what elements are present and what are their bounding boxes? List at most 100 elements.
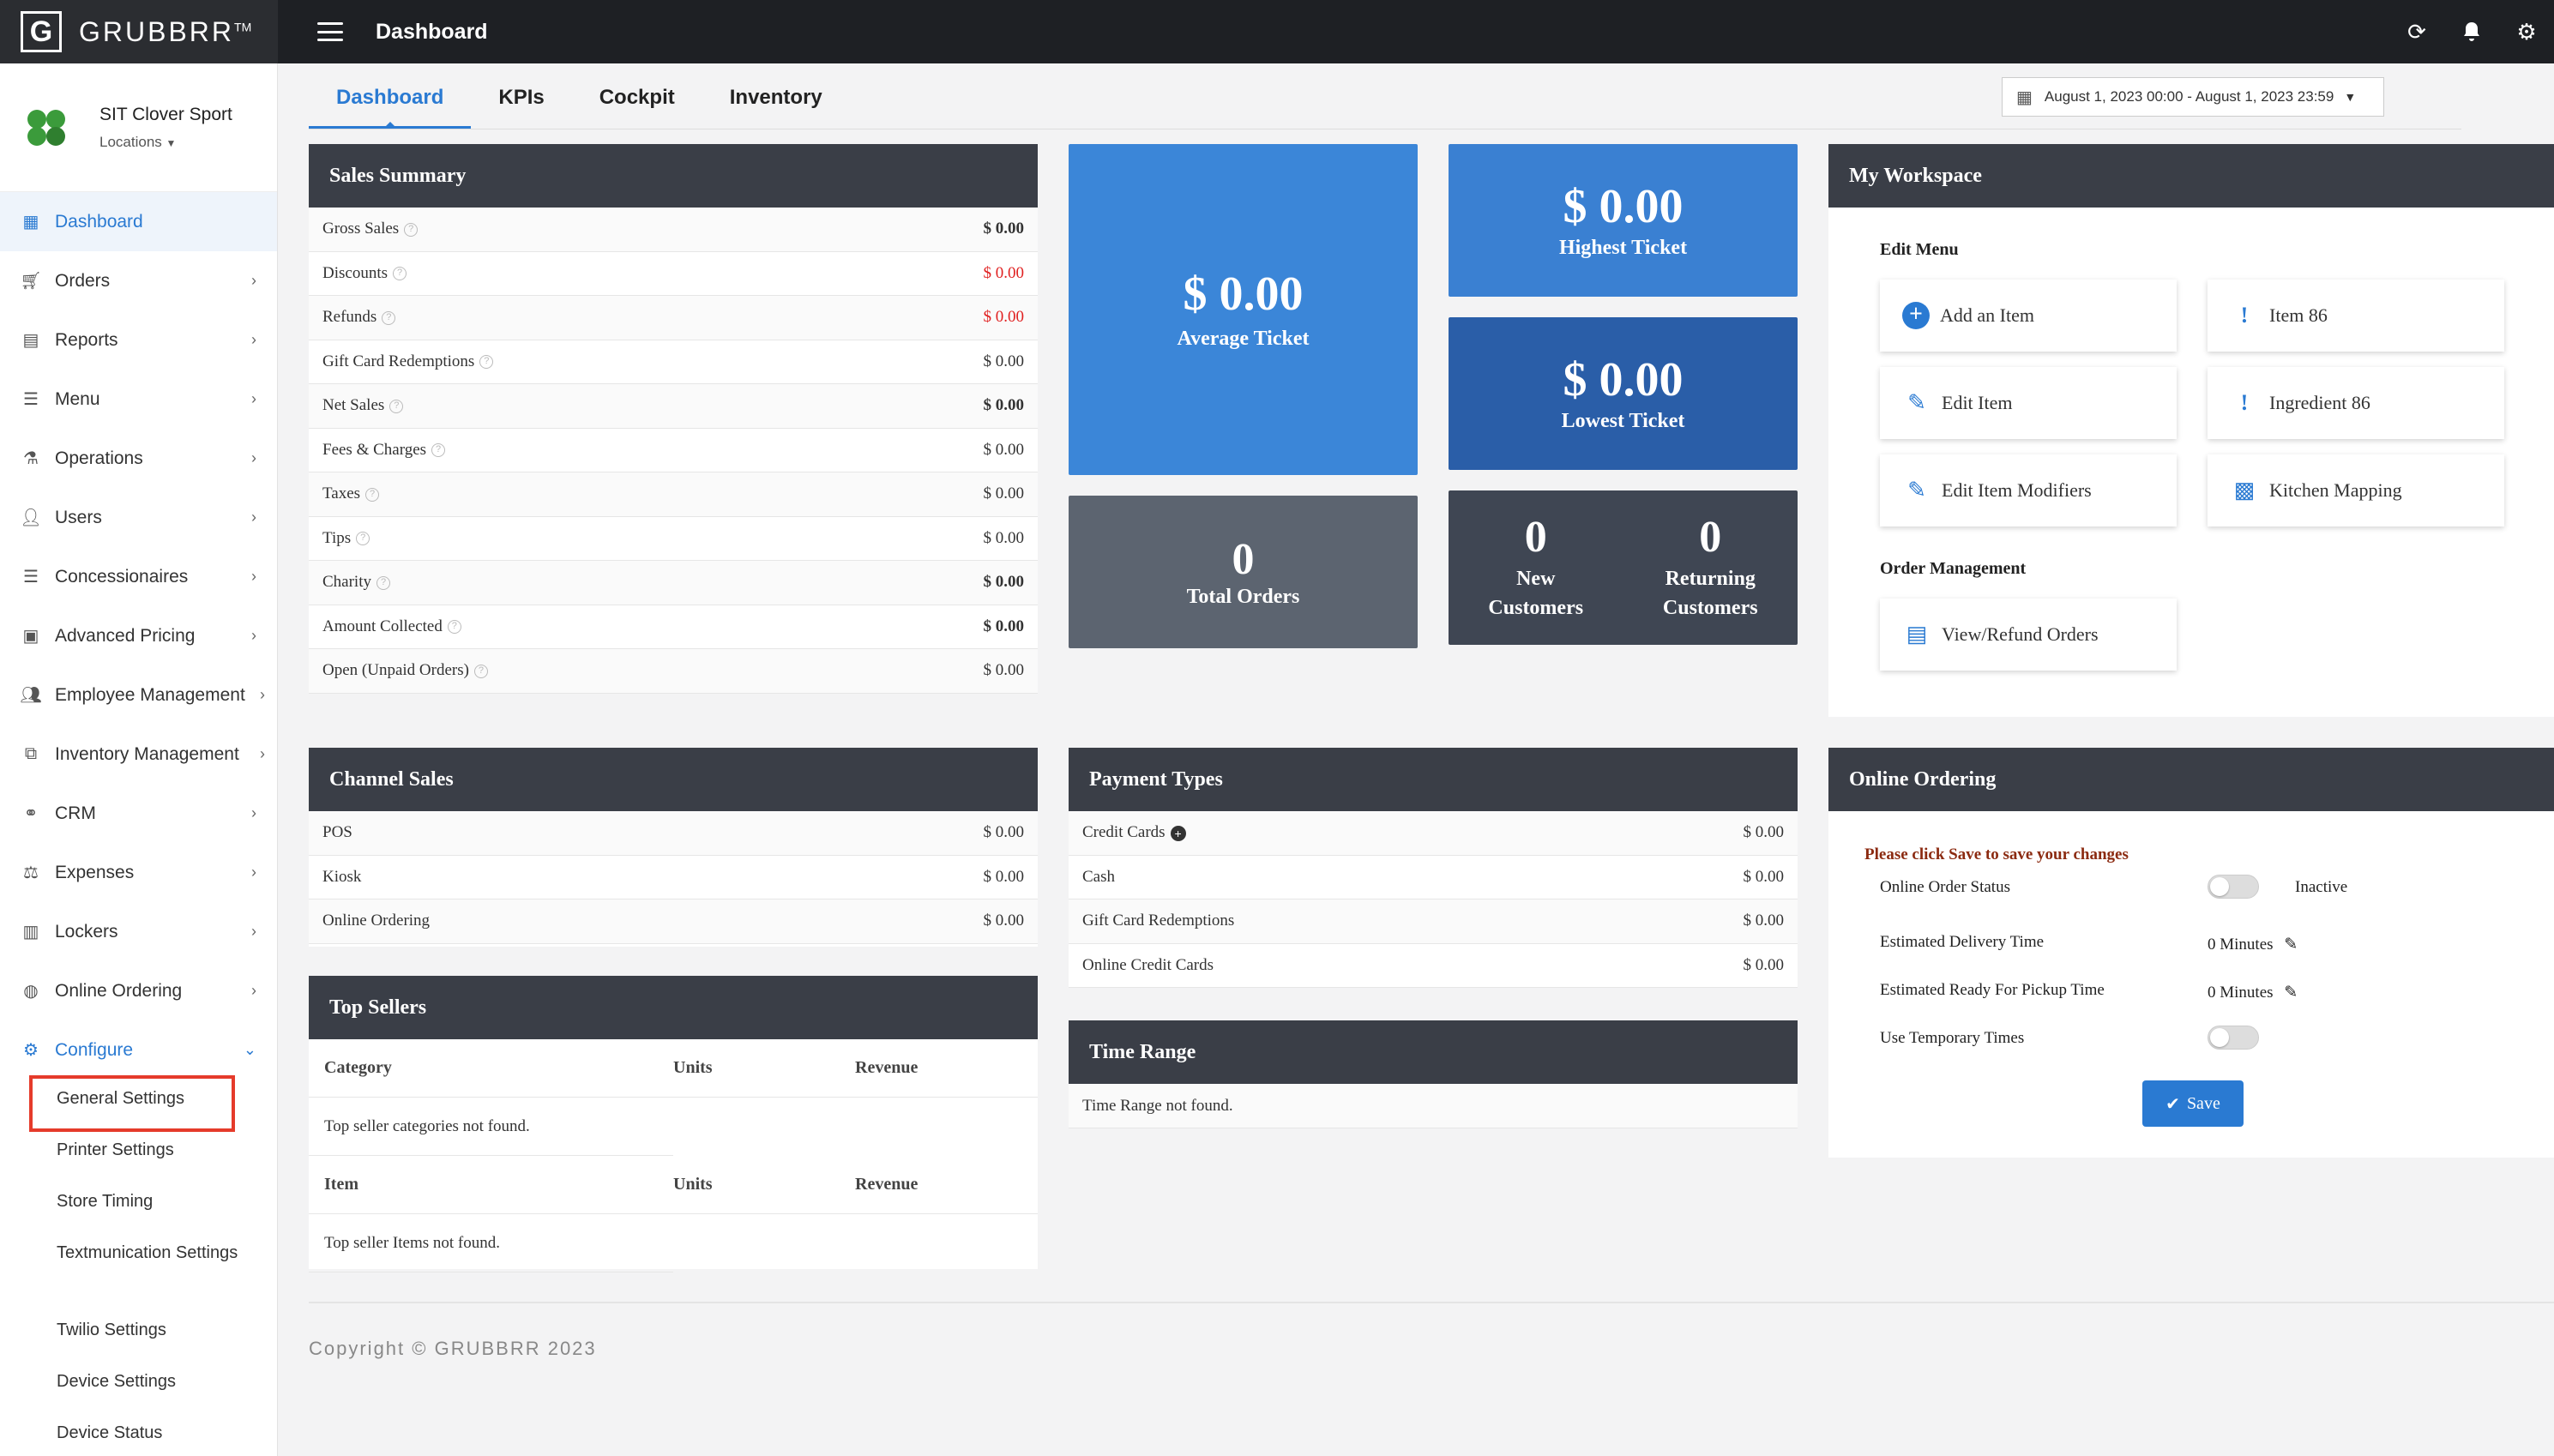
check-icon: ✔	[2165, 1094, 2180, 1114]
sidebar-item-lockers[interactable]: ▥ Lockers ›	[0, 902, 277, 961]
ingredient-86-button[interactable]: ! Ingredient 86	[2208, 367, 2504, 439]
brand-name: GRUBBRRTM	[79, 15, 252, 47]
edit-item-button[interactable]: ✎ Edit Item	[1880, 367, 2177, 439]
row-label-text: Online Credit Cards	[1082, 955, 1214, 974]
calendar-icon: ▦	[2016, 87, 2033, 107]
sidebar-item-label: Inventory Management	[55, 743, 239, 764]
sidebar-sub-store-timing[interactable]: Store Timing	[0, 1188, 153, 1214]
tab-kpis[interactable]: KPIs	[471, 75, 571, 129]
sidebar-item-advanced-pricing[interactable]: ▣ Advanced Pricing ›	[0, 606, 277, 665]
table-row: Tips? $ 0.00	[309, 517, 1038, 561]
sidebar-item-concessionaires[interactable]: ☰ Concessionaires ›	[0, 547, 277, 606]
sidebar-item-configure[interactable]: ⚙ Configure ⌄	[0, 1020, 277, 1080]
tab-inventory[interactable]: Inventory	[702, 75, 850, 129]
payment-types-panel: Payment Types Credit Cards + $ 0.00 Cash $ 0…	[1069, 748, 1798, 988]
help-icon[interactable]: ?	[447, 620, 461, 635]
dashboard-tabs: Dashboard KPIs Cockpit Inventory	[309, 75, 850, 129]
pencil-icon[interactable]: ✎	[2284, 984, 2298, 1002]
sidebar-item-employee-management[interactable]: 👥︎ Employee Management ›	[0, 665, 277, 725]
exclamation-icon: !	[2240, 303, 2249, 328]
sidebar-item-label: CRM	[55, 803, 96, 823]
add-item-button[interactable]: + Add an Item	[1880, 280, 2177, 352]
channel-sales-panel: Channel Sales POS $ 0.00 Kiosk $ 0.00 Online…	[309, 748, 1038, 947]
expand-plus-icon[interactable]: +	[1170, 825, 1186, 841]
help-icon[interactable]: ?	[365, 487, 380, 502]
refresh-icon[interactable]: ⟳	[2389, 0, 2444, 63]
table-row: Gift Card Redemptions $ 0.00	[1069, 899, 1798, 944]
sidebar-sub-twilio-settings[interactable]: Twilio Settings	[0, 1317, 166, 1343]
logo-mark: G	[21, 11, 62, 52]
hamburger-menu-icon[interactable]	[317, 22, 343, 41]
sidebar-item-crm[interactable]: ⚭ CRM ›	[0, 784, 277, 843]
bell-icon[interactable]	[2444, 0, 2499, 63]
sidebar-item-orders[interactable]: 🛒︎ Orders ›	[0, 251, 277, 310]
button-label: Kitchen Mapping	[2269, 479, 2402, 501]
settings-gear-icon[interactable]: ⚙	[2499, 0, 2554, 63]
row-label-text: Net Sales	[322, 396, 385, 415]
sidebar-item-label: Employee Management	[55, 684, 245, 705]
row-label: Cash	[1082, 868, 1115, 887]
help-icon[interactable]: ?	[431, 443, 446, 458]
panel-title: My Workspace	[1828, 144, 2554, 208]
help-icon[interactable]: ?	[473, 664, 488, 678]
row-value: $ 0.00	[983, 352, 1025, 370]
online-order-status-toggle[interactable]	[2208, 875, 2259, 899]
help-icon[interactable]: ?	[393, 267, 407, 281]
help-icon[interactable]: ?	[356, 532, 370, 546]
date-range-picker[interactable]: ▦ August 1, 2023 00:00 - August 1, 2023 …	[2002, 77, 2384, 117]
row-value: $ 0.00	[1743, 955, 1785, 974]
help-icon[interactable]: ?	[382, 310, 396, 325]
row-label: Credit Cards +	[1082, 823, 1186, 842]
locations-dropdown[interactable]: Locations ▼	[99, 134, 232, 151]
sidebar-sub-textmunication-settings[interactable]: Textmunication Settings	[0, 1240, 249, 1266]
cart-icon: 🛒︎	[20, 272, 42, 291]
user-icon: 👤︎	[20, 508, 42, 527]
order-management-label: Order Management	[1880, 559, 2027, 578]
row-value: $ 0.00	[983, 396, 1025, 415]
help-icon[interactable]: ?	[404, 222, 419, 237]
view-refund-orders-button[interactable]: ▤ View/Refund Orders	[1880, 599, 2177, 671]
save-button-label: Save	[2186, 1093, 2220, 1113]
sidebar-item-label: Users	[55, 507, 102, 527]
sidebar-item-inventory-management[interactable]: ⧉ Inventory Management ›	[0, 725, 277, 784]
sidebar-item-dashboard[interactable]: ▦ Dashboard	[0, 192, 277, 251]
sidebar-item-reports[interactable]: ▤ Reports ›	[0, 310, 277, 370]
average-ticket-label: Average Ticket	[1177, 328, 1310, 351]
returning-customers: 0 Returning Customers	[1663, 513, 1758, 622]
help-icon[interactable]: ?	[389, 399, 404, 413]
edit-item-modifiers-button[interactable]: ✎ Edit Item Modifiers	[1880, 454, 2177, 526]
sidebar-item-online-ordering[interactable]: ◍ Online Ordering ›	[0, 961, 277, 1020]
store-selector[interactable]: SIT Clover Sport Locations ▼	[0, 63, 277, 192]
item-86-button[interactable]: ! Item 86	[2208, 280, 2504, 352]
pencil-icon[interactable]: ✎	[2284, 936, 2298, 954]
help-icon[interactable]: ?	[479, 355, 494, 370]
sidebar-sub-printer-settings[interactable]: Printer Settings	[0, 1137, 174, 1163]
table-row: Credit Cards + $ 0.00	[1069, 811, 1798, 856]
table-row: Amount Collected? $ 0.00	[309, 605, 1038, 649]
sidebar-item-operations[interactable]: ⚗ Operations ›	[0, 429, 277, 488]
temporary-times-toggle[interactable]	[2208, 1026, 2259, 1050]
average-ticket-value: $ 0.00	[1183, 267, 1304, 321]
save-button[interactable]: ✔ Save	[2142, 1080, 2244, 1127]
sidebar-sub-device-settings[interactable]: Device Settings	[0, 1369, 176, 1394]
new-customers-label-2: Customers	[1488, 596, 1584, 619]
sidebar-item-users[interactable]: 👤︎ Users ›	[0, 488, 277, 547]
highest-ticket-value: $ 0.00	[1563, 179, 1684, 233]
tab-cockpit[interactable]: Cockpit	[572, 75, 702, 129]
chevron-right-icon: ›	[251, 272, 256, 289]
average-ticket-tile: $ 0.00 Average Ticket	[1069, 144, 1418, 475]
sidebar-sub-device-status[interactable]: Device Status	[0, 1420, 162, 1446]
kitchen-mapping-button[interactable]: ▩ Kitchen Mapping	[2208, 454, 2504, 526]
sidebar-item-expenses[interactable]: ⚖ Expenses ›	[0, 843, 277, 902]
help-icon[interactable]: ?	[376, 575, 390, 590]
sidebar-item-label: Operations	[55, 448, 143, 468]
brand-logo[interactable]: G GRUBBRRTM	[0, 0, 278, 63]
temporary-times-label: Use Temporary Times	[1880, 1029, 2025, 1047]
pencil-icon: ✎	[1907, 478, 1926, 502]
clover-logo-icon	[26, 106, 69, 149]
column-header: Revenue	[855, 1175, 919, 1194]
row-label-text: Amount Collected	[322, 617, 443, 635]
sidebar-item-menu[interactable]: ☰ Menu ›	[0, 370, 277, 429]
tab-dashboard[interactable]: Dashboard	[309, 75, 472, 129]
sitemap-icon: ⧉	[24, 744, 38, 763]
